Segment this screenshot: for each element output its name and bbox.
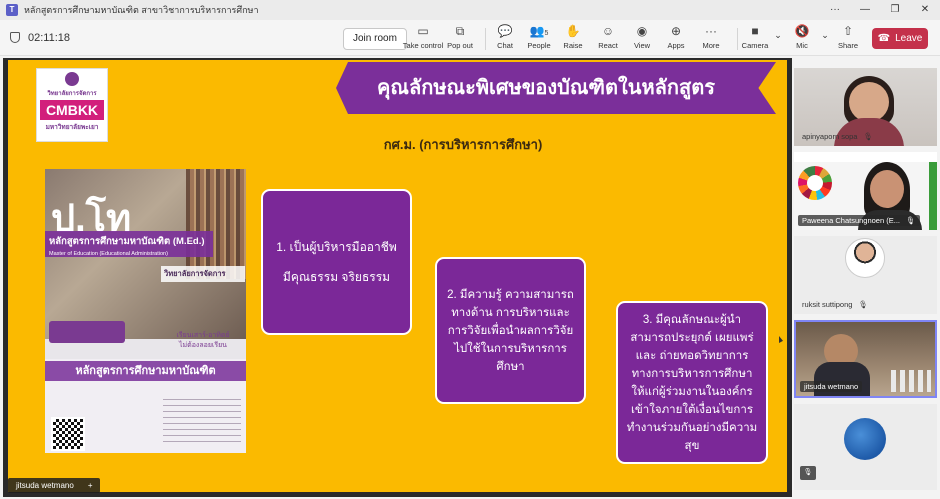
program-poster: ป.โท หลักสูตรการศึกษามหาบัณฑิต (M.Ed.) M… (45, 169, 246, 453)
phone-hangup-icon: ☎ (877, 33, 891, 44)
college-logo: วิทยาลัยการจัดการ CMBKK มหาวิทยาลัยพะเยา (36, 68, 108, 142)
mic-muted-icon: 🎙 (858, 300, 868, 309)
poster-band-english: Master of Education (Educational Adminis… (49, 251, 168, 257)
close-window-button[interactable]: ✕ (910, 0, 940, 20)
mic-muted-icon: 🎙 (863, 132, 873, 141)
university-crest-icon (65, 72, 79, 86)
share-icon: ⇧ (842, 24, 854, 38)
desk-items (891, 370, 931, 392)
window-controls: ··· — ❐ ✕ (820, 0, 940, 20)
mouse-cursor-icon (779, 336, 783, 343)
participant-video-face (870, 170, 904, 208)
virtual-background-strip (929, 162, 937, 230)
participant-tile[interactable]: ruksit suttipong 🎙 (794, 236, 937, 314)
ellipsis-icon: ··· (705, 24, 717, 38)
participant-name-tag: Paweena Chatsungnoen (E... 🎙 (798, 215, 920, 226)
mic-muted-icon: 🎙 (905, 216, 916, 225)
poster-college-name: วิทยาลัยการจัดการ (161, 266, 245, 282)
participant-tile-active-speaker[interactable]: jitsuda wetmano (794, 320, 937, 398)
participant-name-tag: apinyaporn sopa 🎙 (802, 132, 873, 141)
pop-out-label: Pop out (447, 41, 473, 50)
poster-lower-section: หลักสูตรการศึกษามหาบัณฑิต (45, 359, 246, 453)
poster-lower-heading: หลักสูตรการศึกษามหาบัณฑิต (45, 361, 246, 381)
pop-out-icon: ⧉ (455, 24, 465, 38)
participant-video-body (814, 362, 870, 396)
more-button[interactable]: ··· More (689, 23, 733, 53)
participant-name-tag: ruksit suttipong 🎙 (802, 300, 868, 309)
poster-contact-lines (163, 397, 241, 447)
poster-study-info: เรียนเสาร์-อาทิตย์ ไม่ต้องลอยเรียน (163, 331, 243, 351)
participant-avatar (844, 418, 886, 460)
minimize-button[interactable]: — (850, 0, 880, 20)
participant-gallery: apinyaporn sopa 🎙 Paweena Chatsungnoen (E… (793, 68, 938, 498)
people-count: 5 (544, 30, 549, 37)
participant-tile[interactable]: 🎙 (794, 404, 937, 490)
participant-tile[interactable]: Paweena Chatsungnoen (E... 🎙 (794, 152, 937, 230)
attribute-box-1: 1. เป็นผู้บริหารมืออาชีพ มีคุณธรรม จริยธ… (261, 189, 412, 335)
slide-subtitle: กศ.ม. (การบริหารการศึกษา) (383, 137, 543, 152)
maximize-button[interactable]: ❐ (880, 0, 910, 20)
participant-video-face (849, 82, 889, 122)
presentation-slide: วิทยาลัยการจัดการ CMBKK มหาวิทยาลัยพะเยา… (8, 60, 787, 492)
presenter-name-tag: jitsuda wetmano + (8, 478, 101, 493)
participant-tile[interactable]: apinyaporn sopa 🎙 (794, 68, 937, 146)
leave-label: Leave (895, 33, 923, 44)
attribute-box-3: 3. มีคุณลักษณะผู้นำ สามารถประยุกต์ เผยแพ… (616, 301, 768, 464)
attribute-box-2: 2. มีความรู้ ความสามารถทางด้าน การบริหาร… (435, 257, 586, 404)
virtual-background-header (794, 152, 937, 162)
shield-icon (10, 32, 20, 43)
leave-button[interactable]: ☎ Leave (872, 28, 928, 49)
join-room-button[interactable]: Join room (343, 28, 407, 50)
title-bar: T หลักสูตรการศึกษามหาบัณฑิต สาขาวิชาการบ… (0, 0, 940, 20)
shared-screen-stage: วิทยาลัยการจัดการ CMBKK มหาวิทยาลัยพะเยา… (3, 58, 792, 497)
mic-muted-icon: 🎙 (800, 466, 816, 480)
share-label: Share (837, 41, 858, 50)
meeting-timer: 02:11:18 (10, 32, 70, 44)
meeting-toolbar: 02:11:18 Join room ▭ Take control ⧉ Pop … (0, 20, 940, 56)
poster-info-pill (49, 321, 125, 343)
bookshelf-image (186, 169, 246, 279)
teams-logo-icon: T (6, 4, 18, 16)
sdg-wheel-icon (798, 166, 832, 200)
poster-band-thai: หลักสูตรการศึกษามหาบัณฑิต (M.Ed.) (49, 236, 205, 247)
pop-out-button[interactable]: ⧉ Pop out (438, 23, 482, 53)
slide-title: คุณลักษณะพิเศษของบัณฑิตในหลักสูตร (377, 77, 715, 99)
timer-text: 02:11:18 (28, 31, 71, 44)
poster-study-line2: ไม่ต้องลอยเรียน (179, 342, 227, 349)
logo-brand: CMBKK (40, 100, 104, 120)
share-button[interactable]: ⇧ Share (826, 23, 870, 53)
window-title: หลักสูตรการศึกษามหาบัณฑิต สาขาวิชาการบริ… (24, 5, 259, 15)
qr-code-icon (51, 417, 85, 451)
logo-line3: มหาวิทยาลัยพะเยา (45, 124, 99, 131)
more-label: More (702, 41, 720, 50)
poster-band: หลักสูตรการศึกษามหาบัณฑิต (M.Ed.) Master… (45, 231, 213, 257)
add-icon[interactable]: + (88, 481, 93, 490)
slide-title-banner: คุณลักษณะพิเศษของบัณฑิตในหลักสูตร (336, 62, 776, 114)
more-options-button[interactable]: ··· (820, 0, 850, 20)
participant-avatar (845, 238, 885, 278)
presenter-name: jitsuda wetmano (16, 481, 74, 490)
poster-study-line1: เรียนเสาร์-อาทิตย์ (176, 332, 230, 339)
participant-name-tag: jitsuda wetmano (800, 381, 863, 392)
logo-line1: วิทยาลัยการจัดการ (47, 91, 97, 97)
